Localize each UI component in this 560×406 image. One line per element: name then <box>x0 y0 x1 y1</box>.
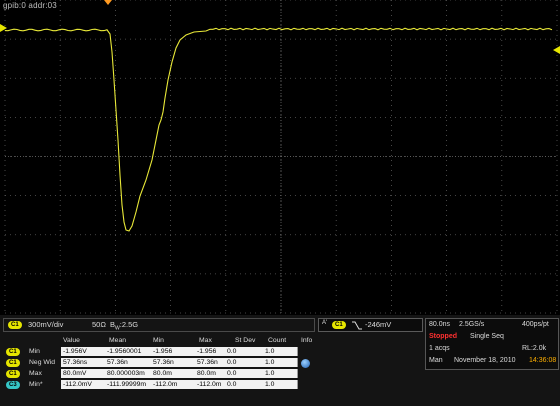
trigger-level-marker <box>553 46 560 54</box>
bandwidth-limit: BW:2.5G <box>110 320 139 332</box>
col-header-info: Info <box>301 337 313 344</box>
acq-mode: Single Seq <box>470 333 504 340</box>
cell-max: -1.956 <box>195 347 226 356</box>
trigger-channel-chip: C1 <box>332 321 346 329</box>
cell-value: 57.36ns <box>61 358 106 367</box>
table-row[interactable]: C1 Min -1.956V -1.9560001 -1.956 -1.956 … <box>3 347 319 357</box>
table-row[interactable]: C1 Neg Wid 57.36ns 57.36n 57.36n 57.36n … <box>3 358 319 368</box>
cell-max: -112.0m <box>195 380 226 389</box>
cell-value: -112.0mV <box>61 380 106 389</box>
graticule <box>0 0 560 314</box>
input-impedance: 50Ω <box>92 320 106 329</box>
volts-per-div: 300mV/div <box>28 320 64 329</box>
time-per-point: 400ps/pt <box>522 321 549 328</box>
cell-mean: 80.000003m <box>105 369 152 378</box>
falling-edge-icon <box>352 321 362 330</box>
measurement-label: Min <box>29 348 40 355</box>
cell-min: -1.956 <box>151 347 196 356</box>
measurement-label: Max <box>29 370 42 377</box>
col-header-min: Min <box>153 337 164 344</box>
waveform-display[interactable]: gpib:0 addr:03 <box>0 0 560 315</box>
cell-count: 1.0 <box>263 380 298 389</box>
table-row[interactable]: C1 Max 80.0mV 80.000003m 80.0m 80.0m 0.0… <box>3 369 319 379</box>
cell-min: 80.0m <box>151 369 196 378</box>
cell-count: 1.0 <box>263 369 298 378</box>
cell-min: -112.0m <box>151 380 196 389</box>
trigger-readout[interactable]: A' C1 -246mV <box>318 318 423 332</box>
cell-value: -1.956V <box>61 347 106 356</box>
acquisition-status[interactable]: 80.0ns 2.5GS/s 400ps/pt Stopped Single S… <box>425 318 559 370</box>
cell-mean: -1.9560001 <box>105 347 152 356</box>
acq-count: 1 acqs <box>429 345 450 352</box>
table-row[interactable]: C3 Min* -112.0mV -111.99999m -112.0m -11… <box>3 380 319 390</box>
channel-chip[interactable]: C1 <box>8 321 22 329</box>
cell-stdev: 0.0 <box>225 347 264 356</box>
measurement-label: Min* <box>29 381 43 388</box>
time: 14:36:08 <box>529 357 557 364</box>
cell-stdev: 0.0 <box>225 380 264 389</box>
timebase: 80.0ns <box>429 321 451 328</box>
cell-min: 57.36n <box>151 358 196 367</box>
channel-chip: C1 <box>6 348 20 356</box>
col-header-stdev: St Dev <box>235 337 256 344</box>
cell-max: 80.0m <box>195 369 226 378</box>
trigger-mode: Man <box>429 357 443 364</box>
col-header-mean: Mean <box>109 337 127 344</box>
cell-max: 57.36n <box>195 358 226 367</box>
channel-chip: C1 <box>6 370 20 378</box>
cell-mean: -111.99999m <box>105 380 152 389</box>
col-header-count: Count <box>268 337 287 344</box>
cell-value: 80.0mV <box>61 369 106 378</box>
date: November 18, 2010 <box>454 357 516 364</box>
cell-stdev: 0.0 <box>225 369 264 378</box>
cell-stdev: 0.0 <box>225 358 264 367</box>
measurement-table: Value Mean Min Max St Dev Count Info C1 … <box>3 337 319 393</box>
trigger-marker: A' <box>322 320 328 326</box>
acq-state: Stopped <box>429 333 457 340</box>
measurement-label: Neg Wid <box>29 359 56 366</box>
col-header-max: Max <box>199 337 212 344</box>
cell-count: 1.0 <box>263 358 298 367</box>
record-length: RL:2.0k <box>522 345 547 352</box>
waveform-trace <box>4 27 553 232</box>
sample-rate: 2.5GS/s <box>459 321 485 328</box>
cell-count: 1.0 <box>263 347 298 356</box>
channel-chip: C3 <box>6 381 20 389</box>
col-header-value: Value <box>63 337 80 344</box>
trigger-level: -246mV <box>365 320 392 329</box>
channel-chip: C1 <box>6 359 20 367</box>
cell-mean: 57.36n <box>105 358 152 367</box>
device-address: gpib:0 addr:03 <box>3 1 57 10</box>
trigger-position-marker <box>104 0 112 5</box>
info-icon[interactable] <box>301 359 310 368</box>
channel-settings-bar[interactable]: C1 300mV/div 50Ω BW:2.5G <box>3 318 315 332</box>
